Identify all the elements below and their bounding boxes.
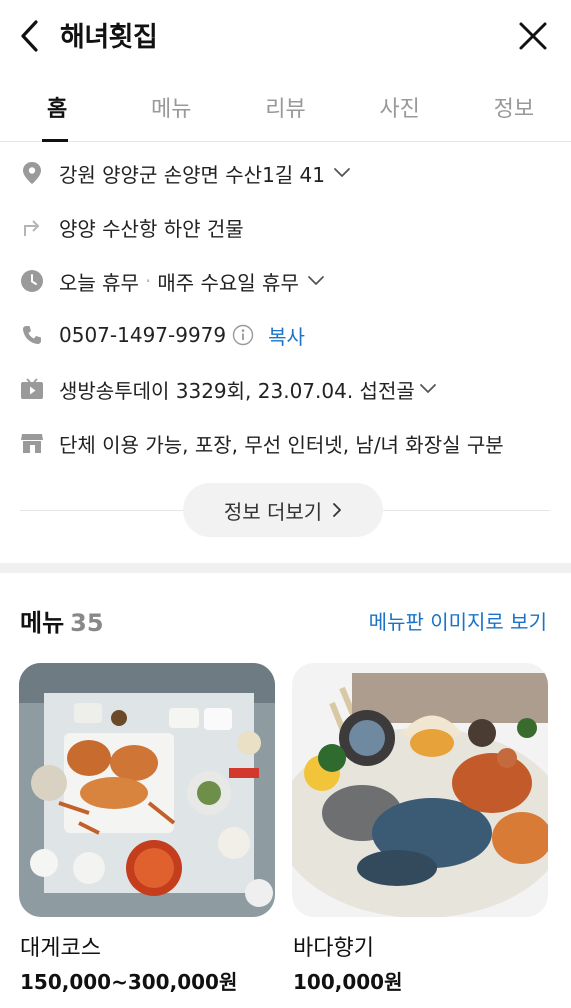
menu-title: 메뉴 [20, 609, 65, 637]
section-gap [0, 563, 571, 573]
turn-arrow-icon [20, 215, 44, 239]
chevron-right-icon [333, 503, 342, 517]
menu-board-link[interactable]: 메뉴판 이미지로 보기 [369, 606, 547, 635]
more-info-button[interactable]: 정보 더보기 [183, 483, 383, 537]
hours-status: 오늘 휴무 [59, 270, 139, 295]
menu-item-photo[interactable] [19, 663, 275, 917]
seafood-platter-image [292, 663, 548, 917]
menu-section-title: 메뉴 35 [20, 603, 104, 638]
close-button[interactable] [513, 14, 553, 58]
separator-dot: · [144, 269, 152, 293]
top-bar: 해녀횟집 [0, 0, 571, 72]
tv-row[interactable]: 생방송투데이 3329회, 23.07.04. 섭전골 [0, 362, 571, 416]
active-tab-indicator [42, 139, 68, 142]
hours-row[interactable]: 오늘 휴무 · 매주 수요일 휴무 [0, 254, 571, 308]
hours-detail: 매주 수요일 휴무 [157, 270, 299, 295]
directions-row: 양양 수산항 하얀 건물 [0, 200, 571, 254]
menu-item-price: 100,000원 [293, 970, 403, 994]
tab-home[interactable]: 홈 [0, 72, 114, 142]
tab-label: 홈 [46, 97, 68, 122]
crab-course-image [19, 663, 275, 917]
store-icon [20, 431, 44, 455]
tab-label: 리뷰 [265, 97, 306, 122]
amenities-row[interactable]: 단체 이용 가능, 포장, 무선 인터넷, 남/녀 화장실 구분 [0, 416, 571, 470]
amenities-text: 단체 이용 가능, 포장, 무선 인터넷, 남/녀 화장실 구분 [59, 432, 504, 457]
phone-icon [20, 323, 44, 347]
more-info-label: 정보 더보기 [223, 499, 323, 524]
menu-count: 35 [70, 609, 104, 637]
tab-reviews[interactable]: 리뷰 [228, 72, 342, 142]
page-title: 해녀횟집 [60, 22, 158, 53]
tab-label: 사진 [379, 97, 420, 122]
directions-text: 양양 수산항 하얀 건물 [59, 216, 244, 241]
phone-number[interactable]: 0507-1497-9979 [59, 323, 226, 347]
location-pin-icon [20, 161, 44, 185]
chevron-left-icon [21, 20, 38, 52]
address-row[interactable]: 강원 양양군 손양면 수산1길 41 [0, 146, 571, 200]
tv-text: 생방송투데이 3329회, 23.07.04. 섭전골 [59, 378, 415, 403]
copy-button[interactable]: 복사 [268, 321, 305, 350]
tab-label: 메뉴 [151, 97, 192, 122]
clock-icon [20, 269, 44, 293]
tab-info[interactable]: 정보 [457, 72, 571, 142]
chevron-down-icon [419, 384, 436, 393]
chevron-down-icon [307, 276, 324, 285]
tv-play-icon [20, 377, 44, 401]
tab-photos[interactable]: 사진 [343, 72, 457, 142]
chevron-down-icon [334, 168, 350, 177]
tab-label: 정보 [493, 97, 535, 122]
tab-menu[interactable]: 메뉴 [114, 72, 228, 142]
menu-item-name[interactable]: 바다향기 [293, 930, 374, 962]
address-text: 강원 양양군 손양면 수산1길 41 [59, 162, 326, 187]
info-circle-icon[interactable] [232, 324, 254, 346]
tab-bar: 홈 메뉴 리뷰 사진 정보 [0, 72, 571, 142]
close-icon [519, 22, 547, 50]
menu-item-price: 150,000~300,000원 [20, 970, 238, 994]
back-button[interactable] [12, 14, 48, 58]
phone-row: 0507-1497-9979 복사 [0, 308, 571, 362]
menu-item-photo[interactable] [292, 663, 548, 917]
menu-item-name[interactable]: 대게코스 [20, 930, 101, 962]
place-detail-screen: 해녀횟집 홈 메뉴 리뷰 사진 정보 강원 양양군 손양면 수산1길 41 양양 [0, 0, 571, 1008]
